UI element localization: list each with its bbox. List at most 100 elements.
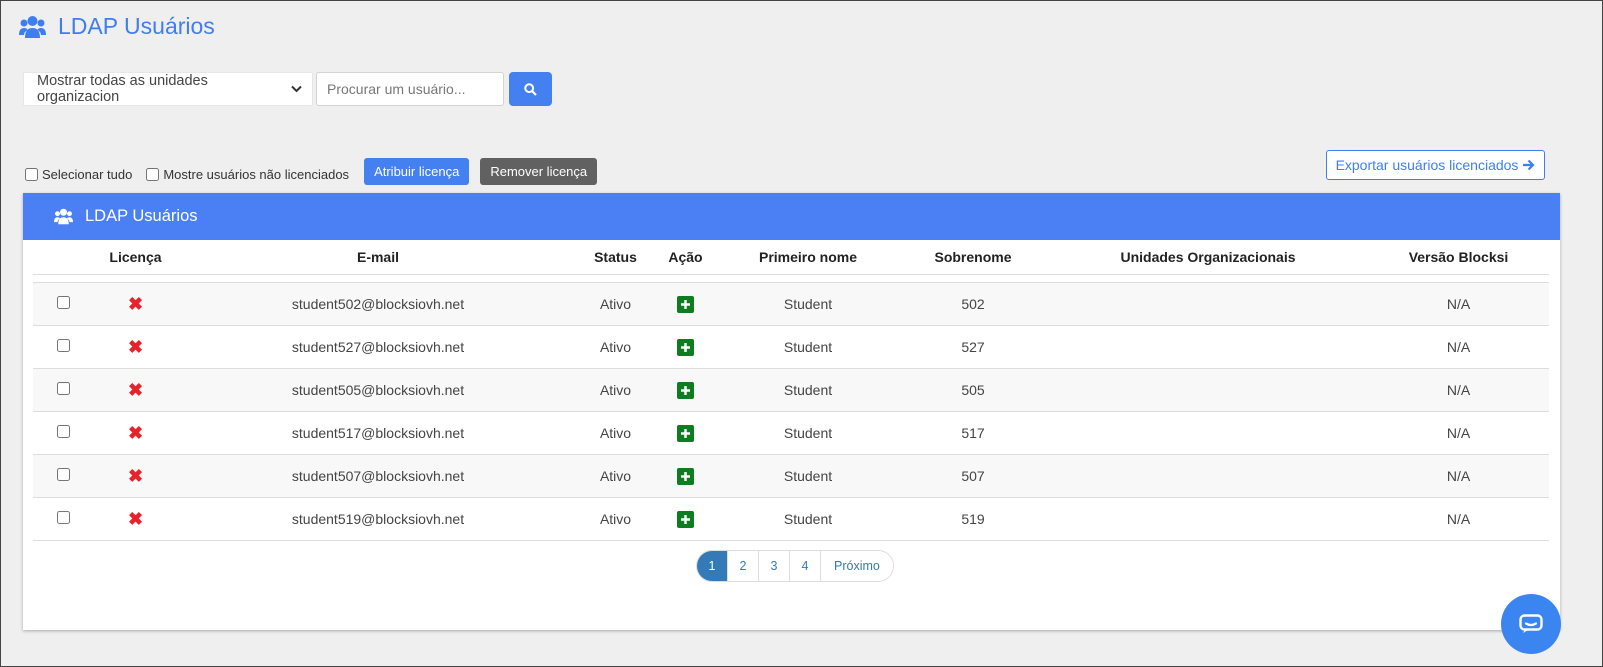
- row-first-name: Student: [783, 468, 833, 484]
- table-row: ✖ student507@blocksiovh.net Ativo Studen…: [33, 455, 1549, 498]
- table-body: ✖ student502@blocksiovh.net Ativo Studen…: [33, 283, 1549, 541]
- row-last-name: 519: [961, 511, 985, 527]
- row-checkbox[interactable]: [56, 382, 70, 395]
- chat-icon: [1519, 614, 1543, 633]
- show-unlicensed-option[interactable]: Mostre usuários não licenciados: [146, 167, 349, 182]
- export-button-label: Exportar usuários licenciados: [1335, 157, 1519, 173]
- row-email: student505@blocksiovh.net: [291, 382, 465, 398]
- row-email: student519@blocksiovh.net: [291, 511, 465, 527]
- header-email[interactable]: E-mail: [178, 249, 578, 265]
- select-all-checkbox[interactable]: [25, 168, 38, 181]
- x-icon: ✖: [127, 423, 144, 443]
- row-email: student507@blocksiovh.net: [291, 468, 465, 484]
- users-table: Licença E-mail Status Ação Primeiro nome…: [33, 240, 1549, 541]
- org-unit-select[interactable]: Mostrar todas as unidades organizacion: [23, 72, 313, 106]
- page-3-button[interactable]: 3: [759, 551, 790, 581]
- row-last-name: 502: [961, 296, 985, 312]
- row-status: Ativo: [599, 296, 632, 312]
- header-status[interactable]: Status: [578, 249, 653, 265]
- select-all-option[interactable]: Selecionar tudo: [25, 167, 132, 182]
- page-2-button[interactable]: 2: [728, 551, 759, 581]
- page-1-button[interactable]: 1: [697, 551, 728, 581]
- chat-widget-button[interactable]: [1501, 594, 1561, 654]
- table-row: ✖ student517@blocksiovh.net Ativo Studen…: [33, 412, 1549, 455]
- row-last-name: 517: [961, 425, 985, 441]
- header-blocksi-version[interactable]: Versão Blocksi: [1368, 249, 1549, 265]
- arrow-right-icon: [1523, 159, 1535, 171]
- row-checkbox[interactable]: [56, 468, 70, 481]
- row-version: N/A: [1446, 339, 1471, 355]
- row-version: N/A: [1446, 382, 1471, 398]
- row-version: N/A: [1446, 468, 1471, 484]
- row-checkbox[interactable]: [56, 296, 70, 309]
- row-first-name: Student: [783, 339, 833, 355]
- header-license[interactable]: Licença: [93, 249, 178, 265]
- table-row: ✖ student505@blocksiovh.net Ativo Studen…: [33, 369, 1549, 412]
- license-toolbar: Selecionar tudo Mostre usuários não lice…: [25, 158, 598, 185]
- row-email: student502@blocksiovh.net: [291, 296, 465, 312]
- chevron-down-icon: [291, 82, 302, 96]
- row-email: student517@blocksiovh.net: [291, 425, 465, 441]
- row-first-name: Student: [783, 296, 833, 312]
- table-row: ✖ student519@blocksiovh.net Ativo Studen…: [33, 498, 1549, 541]
- row-status: Ativo: [599, 382, 632, 398]
- header-divider: [33, 275, 1549, 283]
- page-title: LDAP Usuários: [19, 13, 215, 40]
- search-input[interactable]: [316, 72, 504, 106]
- x-icon: ✖: [127, 294, 144, 314]
- panel-header: LDAP Usuários: [23, 193, 1560, 240]
- next-page-button[interactable]: Próximo: [821, 551, 893, 581]
- row-last-name: 527: [961, 339, 985, 355]
- header-action[interactable]: Ação: [653, 249, 718, 265]
- panel-title: LDAP Usuários: [85, 207, 198, 225]
- row-status: Ativo: [599, 425, 632, 441]
- row-version: N/A: [1446, 511, 1471, 527]
- row-email: student527@blocksiovh.net: [291, 339, 465, 355]
- row-first-name: Student: [783, 382, 833, 398]
- plus-icon[interactable]: [677, 510, 694, 528]
- pagination: 1 2 3 4 Próximo: [696, 550, 894, 582]
- show-unlicensed-label: Mostre usuários não licenciados: [163, 167, 350, 182]
- x-icon: ✖: [127, 466, 144, 486]
- page-title-text: LDAP Usuários: [58, 13, 215, 39]
- plus-icon[interactable]: [677, 338, 694, 356]
- filter-bar: Mostrar todas as unidades organizacion: [23, 72, 552, 106]
- assign-license-button[interactable]: Atribuir licença: [364, 158, 470, 185]
- users-icon: [54, 208, 73, 225]
- remove-license-button[interactable]: Remover licença: [480, 158, 598, 185]
- plus-icon[interactable]: [677, 381, 694, 399]
- plus-icon[interactable]: [677, 467, 694, 485]
- plus-icon[interactable]: [677, 295, 694, 313]
- show-unlicensed-checkbox[interactable]: [146, 168, 160, 181]
- row-status: Ativo: [599, 468, 632, 484]
- header-last-name[interactable]: Sobrenome: [898, 249, 1048, 265]
- x-icon: ✖: [127, 337, 144, 357]
- row-checkbox[interactable]: [56, 511, 70, 524]
- table-header: Licença E-mail Status Ação Primeiro nome…: [33, 240, 1549, 275]
- row-version: N/A: [1446, 296, 1471, 312]
- row-last-name: 505: [961, 382, 985, 398]
- row-last-name: 507: [961, 468, 985, 484]
- users-icon: [19, 15, 46, 38]
- x-icon: ✖: [127, 509, 144, 529]
- row-first-name: Student: [783, 425, 833, 441]
- org-unit-select-value: Mostrar todas as unidades organizacion: [37, 73, 208, 105]
- plus-icon[interactable]: [677, 424, 694, 442]
- users-panel: LDAP Usuários Licença E-mail Status Ação…: [23, 193, 1560, 630]
- table-row: ✖ student527@blocksiovh.net Ativo Studen…: [33, 326, 1549, 369]
- select-all-label: Selecionar tudo: [42, 167, 133, 182]
- row-status: Ativo: [599, 339, 632, 355]
- search-icon: [524, 82, 537, 96]
- x-icon: ✖: [127, 380, 144, 400]
- header-first-name[interactable]: Primeiro nome: [718, 249, 898, 265]
- row-status: Ativo: [599, 511, 632, 527]
- table-row: ✖ student502@blocksiovh.net Ativo Studen…: [33, 283, 1549, 326]
- row-checkbox[interactable]: [56, 425, 70, 438]
- page-4-button[interactable]: 4: [790, 551, 821, 581]
- row-checkbox[interactable]: [56, 339, 70, 352]
- row-version: N/A: [1446, 425, 1471, 441]
- header-org-units[interactable]: Unidades Organizacionais: [1048, 249, 1368, 265]
- search-button[interactable]: [509, 72, 552, 106]
- row-first-name: Student: [783, 511, 833, 527]
- export-licensed-users-button[interactable]: Exportar usuários licenciados: [1326, 150, 1545, 180]
